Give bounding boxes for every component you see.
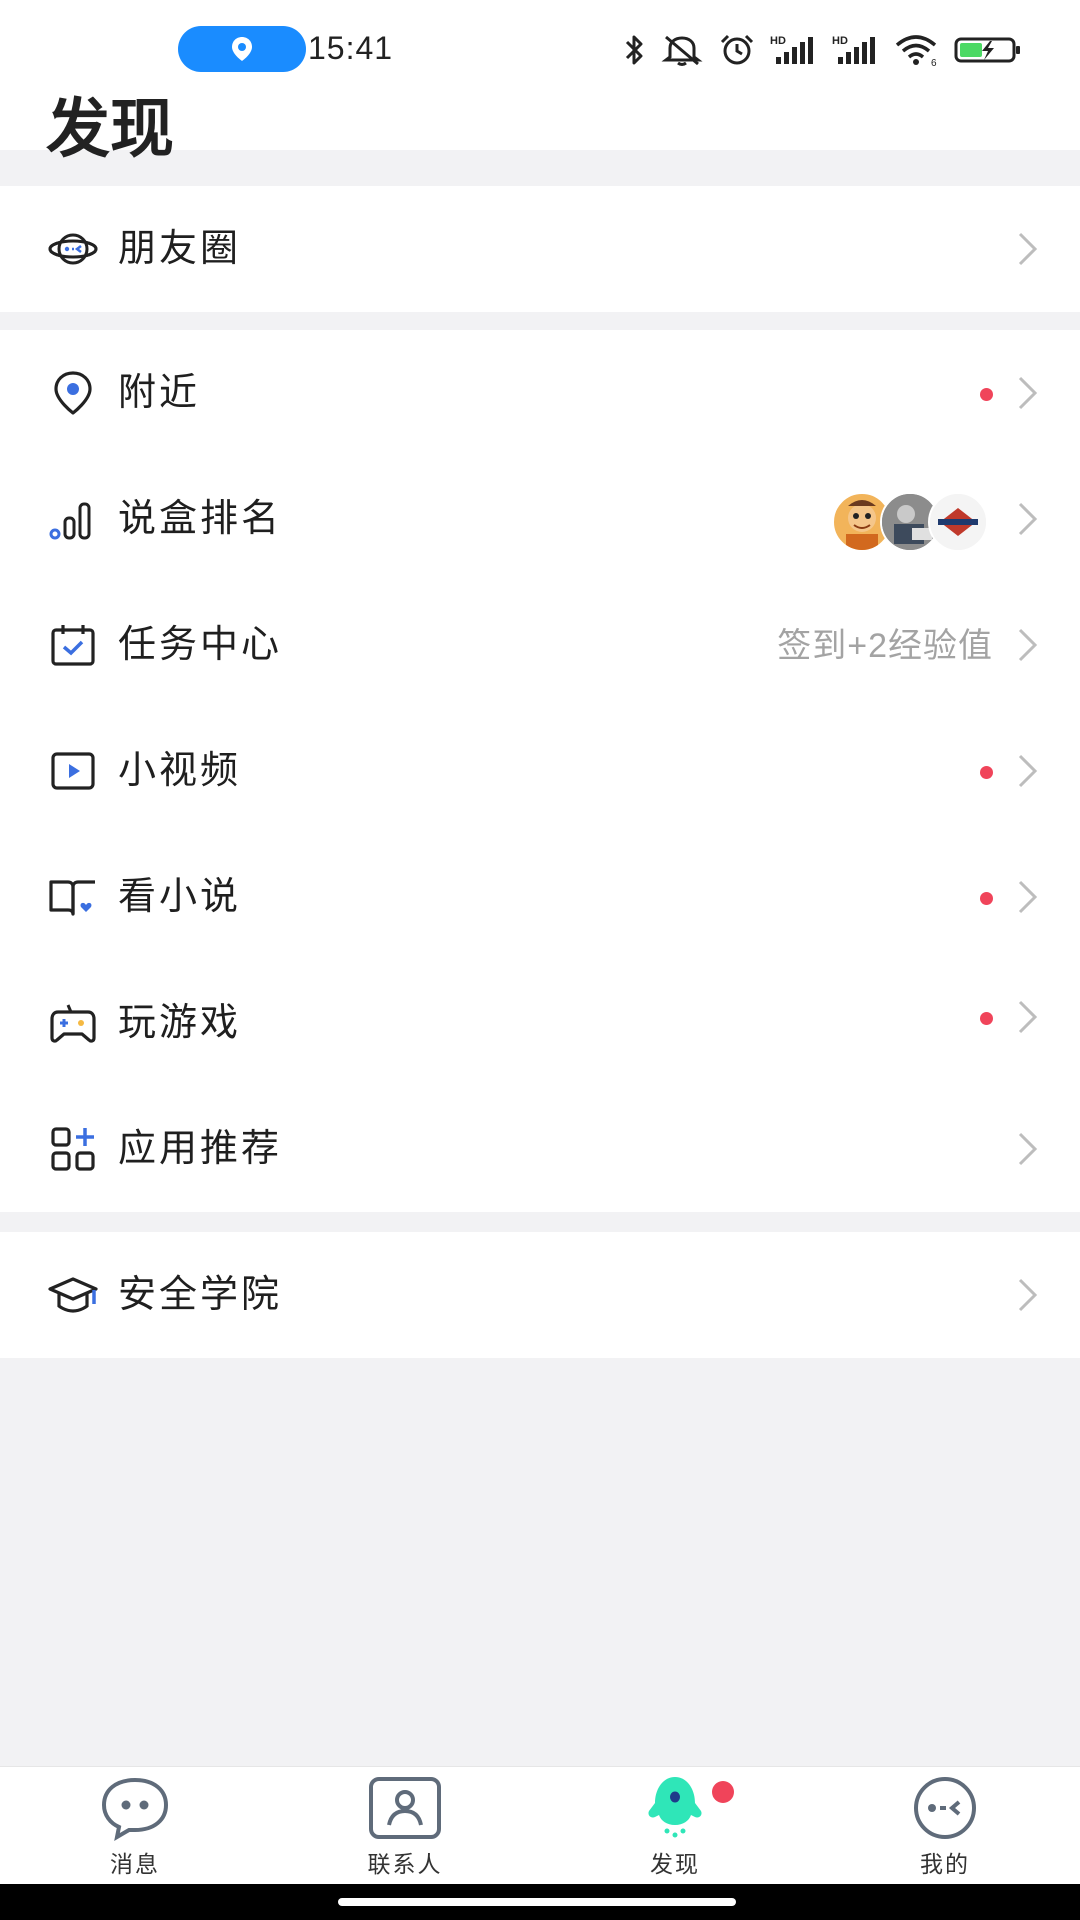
graduation-cap-icon	[48, 1277, 98, 1313]
chevron-right-icon	[1018, 502, 1038, 536]
section-moments: 朋友圈	[0, 186, 1080, 312]
unread-dot	[980, 892, 993, 905]
section-features: 附近 说盒排名 任务中心 签到+2经验值 小视频 看小说 玩游戏 应用推荐	[0, 330, 1080, 1212]
section-security: 安全学院	[0, 1232, 1080, 1358]
unread-dot	[980, 388, 993, 401]
location-pin-icon	[232, 37, 252, 61]
alarm-icon	[718, 33, 756, 67]
wifi-icon: 6	[894, 33, 940, 67]
video-play-icon	[51, 752, 95, 790]
nav-label: 我的	[920, 1851, 970, 1877]
apps-grid-icon	[51, 1127, 95, 1171]
unread-dot	[980, 1012, 993, 1025]
profile-face-icon	[914, 1777, 976, 1839]
menu-item-moments[interactable]: 朋友圈	[0, 186, 1080, 312]
page-title: 发现	[46, 93, 174, 165]
battery-charging-icon	[954, 33, 1022, 67]
bluetooth-icon	[622, 33, 646, 67]
menu-item-label: 玩游戏	[118, 1002, 242, 1044]
avatar	[928, 492, 988, 552]
chevron-right-icon	[1018, 880, 1038, 914]
menu-item-games[interactable]: 玩游戏	[0, 960, 1080, 1086]
menu-item-short-video[interactable]: 小视频	[0, 708, 1080, 834]
chevron-right-icon	[1018, 376, 1038, 410]
header-area: 15:41 HD HD 6 发现	[0, 0, 1080, 165]
menu-item-ranking[interactable]: 说盒排名	[0, 456, 1080, 582]
svg-text:HD: HD	[770, 35, 786, 47]
bottom-nav: 消息 联系人 发现 我的	[0, 1766, 1080, 1885]
gesture-bar-area	[0, 1884, 1080, 1920]
location-sharing-pill[interactable]	[178, 26, 306, 72]
menu-item-label: 附近	[118, 372, 201, 414]
chevron-right-icon	[1018, 754, 1038, 788]
menu-item-app-recommend[interactable]: 应用推荐	[0, 1086, 1080, 1212]
ranking-avatars	[832, 492, 992, 552]
open-book-icon	[49, 880, 95, 916]
ranking-bars-icon	[49, 502, 91, 540]
chevron-right-icon	[1018, 1000, 1038, 1034]
menu-item-nearby[interactable]: 附近	[0, 330, 1080, 456]
nav-label: 消息	[110, 1851, 160, 1877]
chevron-right-icon	[1018, 232, 1038, 266]
menu-item-label: 安全学院	[118, 1274, 283, 1316]
nav-tab-me[interactable]: 我的	[810, 1767, 1080, 1885]
menu-item-security-academy[interactable]: 安全学院	[0, 1232, 1080, 1358]
task-hint: 签到+2经验值	[777, 627, 993, 665]
discover-page: 15:41 HD HD 6 发现 朋友圈 附近 说盒排名 任务中心 签到+2经验…	[0, 0, 1080, 1920]
discover-rocket-icon	[648, 1777, 702, 1838]
hd-signal-icon: HD	[770, 33, 818, 67]
menu-item-label: 朋友圈	[118, 228, 242, 270]
location-pin-icon	[54, 371, 92, 415]
planet-face-icon	[48, 233, 98, 265]
mute-icon	[660, 33, 704, 67]
svg-text:HD: HD	[832, 35, 848, 47]
chat-bubble-icon	[101, 1777, 169, 1841]
menu-item-novels[interactable]: 看小说	[0, 834, 1080, 960]
discover-badge	[712, 1781, 734, 1803]
svg-text:6: 6	[931, 58, 937, 67]
nav-tab-messages[interactable]: 消息	[0, 1767, 270, 1885]
home-indicator[interactable]	[338, 1898, 736, 1906]
chevron-right-icon	[1018, 1132, 1038, 1166]
chevron-right-icon	[1018, 1278, 1038, 1312]
contact-person-icon	[369, 1777, 441, 1839]
nav-tab-contacts[interactable]: 联系人	[270, 1767, 540, 1885]
nav-label: 发现	[650, 1851, 700, 1877]
menu-item-label: 说盒排名	[118, 498, 283, 540]
menu-item-label: 应用推荐	[118, 1128, 283, 1170]
nav-tab-discover[interactable]: 发现	[540, 1767, 810, 1885]
menu-item-task-center[interactable]: 任务中心 签到+2经验值	[0, 582, 1080, 708]
nav-label: 联系人	[367, 1851, 443, 1877]
calendar-check-icon	[51, 625, 95, 666]
chevron-right-icon	[1018, 628, 1038, 662]
status-icons: HD HD 6	[622, 28, 1022, 72]
gamepad-icon	[50, 1004, 96, 1043]
hd-signal-icon: HD	[832, 33, 880, 67]
menu-item-label: 任务中心	[118, 624, 283, 666]
unread-dot	[980, 766, 993, 779]
menu-item-label: 小视频	[118, 750, 242, 792]
status-time: 15:41	[308, 30, 394, 66]
menu-item-label: 看小说	[118, 876, 242, 918]
